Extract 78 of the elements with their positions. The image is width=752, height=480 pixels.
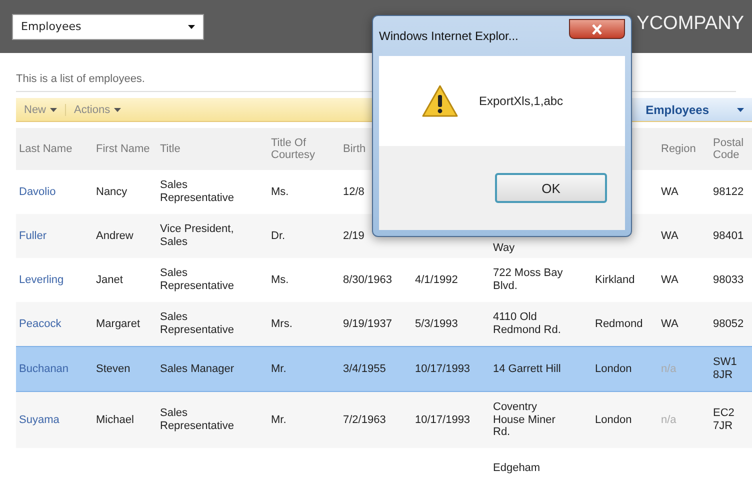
table-cell-text: 9/19/1937 — [342, 316, 393, 332]
table-cell-text: Kirkland — [594, 272, 636, 288]
toolbar-menu[interactable]: New — [16, 104, 66, 116]
table-cell-text: Sales Representative — [159, 310, 235, 338]
table-cell-text: 3/4/1955 — [342, 362, 387, 377]
table-cell-text: Mrs. — [270, 316, 294, 332]
close-button[interactable] — [569, 19, 625, 39]
table-cell-text: Ms. — [270, 272, 290, 288]
table-cell-text: Sales Representative — [159, 266, 235, 294]
employee-link[interactable]: Fuller — [16, 214, 93, 258]
table-cell-text: 7/2/1963 — [342, 412, 387, 428]
list-dropdown[interactable]: Employees — [12, 14, 204, 40]
employee-link[interactable]: Suyama — [16, 392, 93, 448]
table-cell-text: 722 Moss Bay Blvd. — [492, 266, 564, 294]
caret-icon — [50, 108, 58, 112]
caret-icon — [737, 108, 744, 112]
table-cell-text: Redmond — [594, 316, 644, 332]
table-cell-text: 10/17/1993 — [414, 412, 472, 428]
table-cell-text: SW1 8JR — [712, 355, 738, 383]
table-row[interactable]: Buchanan Steven Sales Manager Mr. 3/4/1955 10/17/1993 14 Garrett Hill London n/a SW1 8JR — [16, 346, 752, 392]
table-cell-text: 2/19 — [342, 228, 366, 244]
toolbar-menu[interactable]: Actions — [66, 104, 130, 116]
table-cell-text: 8/30/1963 — [342, 272, 393, 288]
table-cell-text: Edgeham — [492, 460, 542, 476]
table-cell-text: 10/17/1993 — [414, 362, 472, 377]
table-cell-text: Mr. — [270, 412, 288, 428]
table-cell-text: Janet — [95, 272, 124, 288]
caret-icon — [188, 24, 195, 28]
table-row[interactable]: Peacock Margaret Sales Representative Mrs. 9/19/1937 5/3/1993 4110 Old Redmond Rd. Redmond WA 98052 — [16, 302, 752, 346]
table-cell-text: WA — [660, 184, 680, 200]
table-cell-text: 4/1/1992 — [414, 272, 459, 288]
table-cell-text: London — [594, 362, 633, 377]
table-cell-text: 12/8 — [342, 184, 366, 200]
company-logo-text: YCOMPANY — [636, 12, 744, 36]
table-cell-text: London — [594, 412, 633, 428]
table-cell-text: 98033 — [712, 272, 745, 288]
table-cell-text: Nancy — [95, 184, 128, 200]
column-header[interactable]: Title Of Courtesy — [268, 128, 340, 170]
warning-icon — [421, 84, 459, 118]
table-cell-text: Vice President, Sales — [159, 222, 235, 250]
employee-link[interactable]: Buchanan — [16, 347, 93, 391]
table-cell-text: EC2 7JR — [712, 406, 736, 434]
table-cell-text: Mr. — [270, 362, 288, 377]
table-cell-text: Ms. — [270, 184, 290, 200]
table-cell-text: Sales Representative — [159, 406, 235, 434]
employee-link[interactable]: Davolio — [16, 170, 93, 214]
caret-icon — [114, 108, 122, 112]
table-cell-text: Steven — [95, 362, 132, 377]
table-row[interactable]: Suyama Michael Sales Representative Mr. 7/2/1963 10/17/1993 Coventry House Miner Rd. London n/a EC2 7JR — [16, 392, 752, 448]
table-cell-text: WA — [660, 316, 680, 332]
employee-link[interactable]: Leverling — [16, 258, 93, 302]
table-cell-text: 98401 — [712, 228, 745, 244]
column-header[interactable]: Postal Code — [710, 128, 752, 170]
table-cell-text: 4110 Old Redmond Rd. — [492, 310, 562, 338]
column-header[interactable]: Last Name — [16, 128, 93, 170]
close-icon — [591, 24, 603, 34]
dialog-title: Windows Internet Explor... — [379, 29, 518, 43]
table-cell-text: n/a — [660, 362, 678, 377]
table-cell-text: WA — [660, 228, 680, 244]
table-cell-text: Sales Representative — [159, 178, 235, 206]
table-cell-text: n/a — [660, 412, 678, 428]
employee-link[interactable]: Peacock — [16, 302, 93, 346]
table-cell-text: 14 Garrett Hill — [492, 362, 562, 377]
column-header[interactable]: First Name — [93, 128, 157, 170]
table-cell-text: Sales Manager — [159, 362, 235, 377]
table-cell-text: Margaret — [95, 316, 142, 332]
table-cell-text: 98122 — [712, 184, 745, 200]
table-cell-text: 5/3/1993 — [414, 316, 459, 332]
table-cell-text: WA — [660, 272, 680, 288]
column-header[interactable]: Region — [658, 128, 710, 170]
table-cell-text: 98052 — [712, 316, 745, 332]
table-cell-text: Coventry House Miner Rd. — [492, 400, 556, 440]
column-header[interactable]: Title — [157, 128, 268, 170]
table-cell-text: Dr. — [270, 228, 286, 244]
table-cell-text: Michael — [95, 412, 135, 428]
ok-button[interactable]: OK — [495, 173, 607, 203]
table-cell-text: Way — [492, 241, 516, 256]
table-cell-text: Andrew — [95, 228, 134, 244]
